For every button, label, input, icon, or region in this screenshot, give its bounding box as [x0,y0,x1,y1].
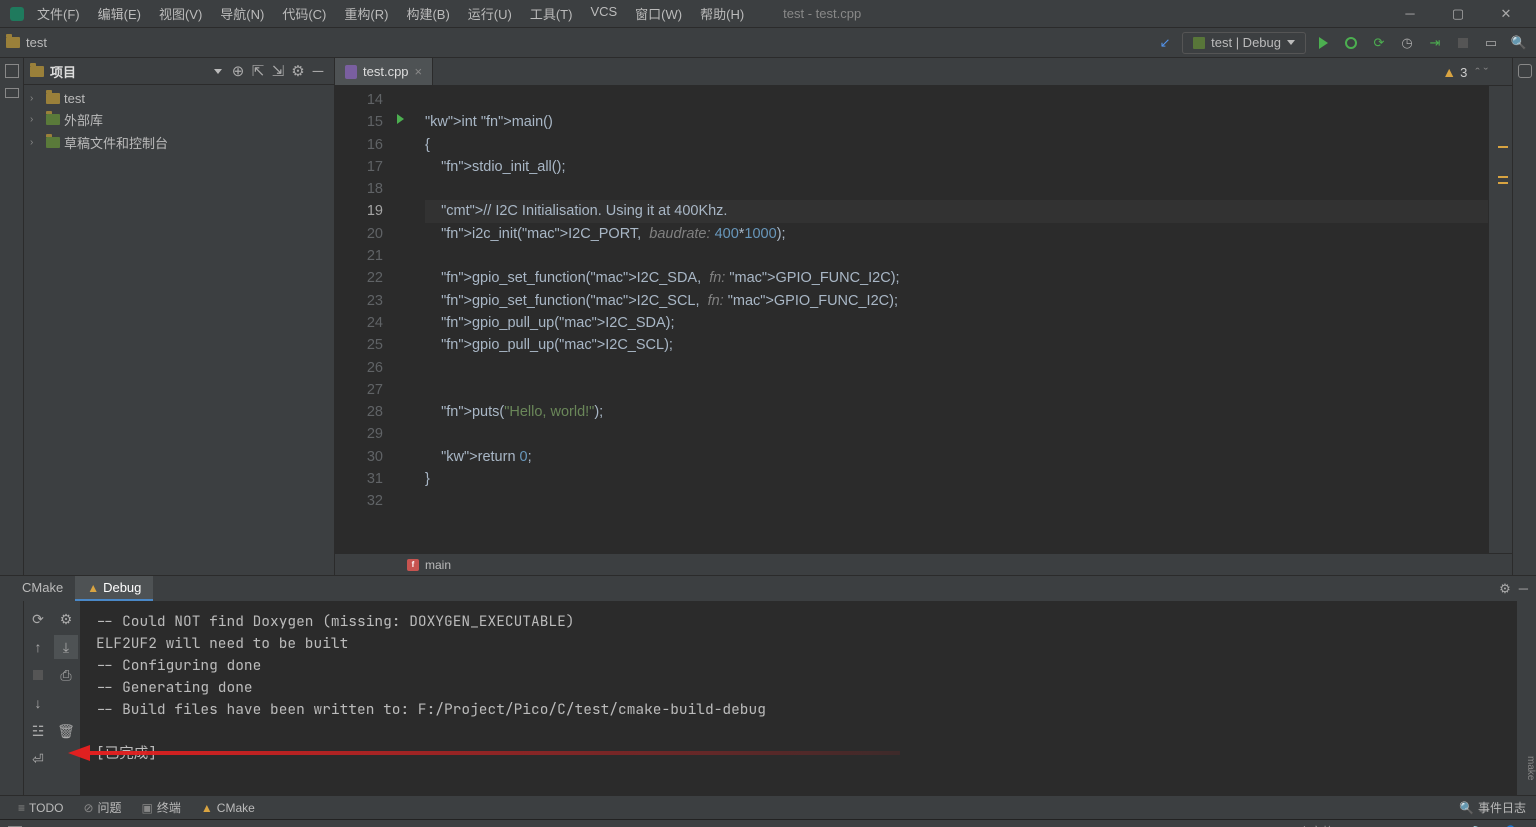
run-config-selector[interactable]: test | Debug [1182,32,1306,54]
build-icon[interactable]: ⎙ [54,663,78,687]
menu-item[interactable]: 帮助(H) [691,1,753,26]
cpp-file-icon [345,65,357,79]
debug-tool-tab[interactable]: ▲ Debug [75,576,153,601]
project-tree[interactable]: ›test›外部库›草稿文件和控制台 [24,85,334,575]
collapse-all-icon[interactable]: ⇲ [268,61,288,81]
code-editor[interactable]: 14151617181920212223242526272829303132 "… [335,86,1512,553]
editor-tab-bar: test.cpp × ▲ 3 ˆ ˇ [335,58,1512,86]
menu-item[interactable]: 运行(U) [459,1,521,26]
tool-left-rail [0,601,24,795]
menu-item[interactable]: 文件(F) [28,1,89,26]
chevron-down-icon [1287,40,1295,45]
warning-icon: ▲ [87,581,99,595]
indent-setting[interactable]: 4 个空格 [1278,823,1344,827]
minimize-button[interactable]: ─ [1386,0,1434,28]
run-button[interactable] [1312,32,1334,54]
hide-tool-button[interactable]: ─ [1519,581,1528,597]
profile-button[interactable]: ◷ [1396,32,1418,54]
folder-icon [6,37,20,48]
trash-icon[interactable]: 🗑 [54,719,78,743]
console-output[interactable]: -- Could NOT find Doxygen (missing: DOXY… [80,601,1536,795]
expand-all-icon[interactable]: ⇱ [248,61,268,81]
cmake-tool-tab[interactable]: CMake [10,576,75,601]
run-config-label: test | Debug [1211,35,1281,50]
project-tool-window: 项目 ⊕ ⇱ ⇲ ⚙ ─ ›test›外部库›草稿文件和控制台 [24,58,335,575]
warning-icon: ▲ [1442,64,1456,80]
settings-gear-icon[interactable]: ⚙ [288,61,308,81]
database-rail-icon[interactable] [1518,64,1532,78]
project-rail-icon[interactable] [5,88,19,98]
stop-button[interactable] [1452,32,1474,54]
tree-row[interactable]: ›草稿文件和控制台 [30,131,328,154]
scroll-icon[interactable]: ⤓ [54,635,78,659]
inspection-widget[interactable]: ▲ 3 ˆ ˇ [1442,64,1488,80]
warning-count: 3 [1460,65,1467,80]
main-menu-bar: 文件(F)编辑(E)视图(V)导航(N)代码(C)重构(R)构建(B)运行(U)… [0,0,1536,28]
menu-item[interactable]: 导航(N) [211,1,273,26]
breadcrumb-function[interactable]: main [425,558,451,572]
filter-icon[interactable]: ☳ [26,719,50,743]
window-title: test - test.cpp [783,6,861,21]
search-icon[interactable]: 🔍 [1459,801,1474,815]
menu-item[interactable]: 工具(T) [521,1,582,26]
chevron-down-icon[interactable]: ˇ [1484,65,1488,80]
bottom-tab[interactable]: ▣ 终端 [132,796,191,819]
run-profile-icon[interactable]: ⟳ [1368,32,1390,54]
debug-button[interactable] [1340,32,1362,54]
structure-rail-icon[interactable] [5,64,19,78]
search-everywhere-icon[interactable]: 🔍 [1508,32,1530,54]
reload-icon[interactable]: ⟳ [26,607,50,631]
console-toolbar: ⟳ ↑ ↓ ☳ ⏎ ⚙ ⤓ ⎙ 🗑 [24,601,80,795]
up-arrow-icon[interactable]: ↑ [26,635,50,659]
breadcrumb-root[interactable]: test [26,35,47,50]
wrap-icon[interactable]: ⏎ [26,747,50,771]
cmake-tool-window: ⟳ ↑ ↓ ☳ ⏎ ⚙ ⤓ ⎙ 🗑 -- Could NOT find Doxy… [0,601,1536,795]
left-tool-rail [0,58,24,575]
app-logo-icon [6,3,28,25]
menu-item[interactable]: 构建(B) [397,1,458,26]
attach-icon[interactable]: ⇥ [1424,32,1446,54]
project-panel-title: 项目 [50,62,214,81]
menu-item[interactable]: 视图(V) [150,1,211,26]
line-number-gutter: 14151617181920212223242526272829303132 [335,86,397,553]
menu-item[interactable]: 窗口(W) [626,1,691,26]
editor-right-rail [1488,86,1512,553]
right-tool-rail [1512,58,1536,575]
bottom-tab[interactable]: ⊘ 问题 [73,796,131,819]
chevron-up-icon[interactable]: ˆ [1475,65,1479,80]
menu-item[interactable]: 代码(C) [273,1,335,26]
menu-item[interactable]: VCS [581,1,626,26]
tab-label: test.cpp [363,64,409,79]
menu-item[interactable]: 编辑(E) [89,1,150,26]
tree-row[interactable]: ›test [30,89,328,108]
folder-icon [30,66,44,77]
close-tab-icon[interactable]: × [415,64,423,79]
stop-icon[interactable] [26,663,50,687]
chevron-down-icon[interactable] [214,69,222,74]
back-arrow-icon[interactable]: ↙ [1154,32,1176,54]
menu-item[interactable]: 重构(R) [335,1,397,26]
layout-icon[interactable]: ▭ [1480,32,1502,54]
tree-row[interactable]: ›外部库 [30,108,328,131]
breadcrumb-bar: f main [335,553,1512,575]
make-rail-label[interactable]: make [1516,601,1536,795]
function-icon: f [407,559,419,571]
down-arrow-icon[interactable]: ↓ [26,691,50,715]
gutter-icons [397,86,415,553]
settings-gear-icon[interactable]: ⚙ [54,607,78,631]
close-button[interactable]: ✕ [1482,0,1530,28]
navigation-bar: test ↙ test | Debug ⟳ ◷ ⇥ ▭ 🔍 [0,28,1536,58]
settings-gear-icon[interactable]: ⚙ [1499,581,1511,597]
maximize-button[interactable]: ▢ [1434,0,1482,28]
event-log-button[interactable]: 事件日志 [1478,799,1526,816]
locate-icon[interactable]: ⊕ [228,61,248,81]
cmake-target-icon [1193,37,1205,49]
editor-tab[interactable]: test.cpp × [335,58,433,85]
bottom-tool-tabs: ≡ TODO⊘ 问题▣ 终端▲ CMake 🔍 事件日志 [0,795,1536,819]
status-bar: 22:1 CRLF UTF-8 4 个空格 C++: test | Debug … [0,819,1536,827]
hide-button[interactable]: ─ [308,61,328,81]
bottom-tab[interactable]: ≡ TODO [8,796,73,819]
tool-window-tabs: CMake ▲ Debug ⚙ ─ [0,575,1536,601]
bottom-tab[interactable]: ▲ CMake [191,796,265,819]
